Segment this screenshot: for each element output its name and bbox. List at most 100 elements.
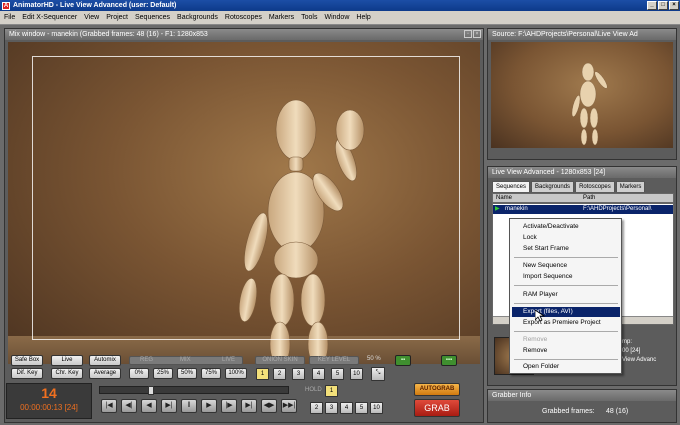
menu-rotoscopes[interactable]: Rotoscopes bbox=[225, 14, 262, 21]
average-button[interactable]: Average bbox=[89, 368, 121, 379]
step-2-button[interactable]: 2 bbox=[273, 368, 286, 380]
step-1-button[interactable]: 1 bbox=[256, 368, 269, 380]
menu-markers[interactable]: Markers bbox=[269, 14, 294, 21]
sequence-path: F:\AHDProjects\Personal\ bbox=[583, 206, 652, 212]
menu-separator bbox=[514, 303, 618, 304]
frame-number: 14 bbox=[41, 385, 57, 401]
menu-item-lock[interactable]: Lock bbox=[512, 233, 620, 243]
live-view-title-text: Live View Advanced - 1280x853 [24] bbox=[492, 169, 606, 176]
menu-project[interactable]: Project bbox=[106, 14, 128, 21]
hold-10-button[interactable]: 10 bbox=[370, 402, 383, 414]
safe-box-button[interactable]: Safe Box bbox=[11, 355, 43, 366]
chroma-key-button[interactable]: Chr. Key bbox=[51, 368, 83, 379]
mix-viewport[interactable] bbox=[8, 42, 480, 364]
grab-button[interactable]: GRAB bbox=[414, 399, 460, 417]
source-title-text: Source: F:\AHDProjects\Personal\Live Vie… bbox=[492, 31, 638, 38]
reg-mix-live-slider[interactable]: REG MIX LIVE bbox=[129, 356, 243, 365]
menu-backgrounds[interactable]: Backgrounds bbox=[177, 14, 218, 21]
step-3-button[interactable]: 3 bbox=[292, 368, 305, 380]
safe-box-frame bbox=[32, 56, 460, 340]
zoom-100-button[interactable]: 100% bbox=[225, 368, 247, 379]
menu-item-remove[interactable]: Remove bbox=[512, 346, 620, 356]
source-viewport[interactable] bbox=[491, 42, 673, 148]
loop-button[interactable]: ◀▶ bbox=[261, 399, 277, 413]
hold-label: HOLD bbox=[305, 387, 322, 393]
menu-file[interactable]: File bbox=[4, 14, 15, 21]
tab-backgrounds[interactable]: Backgrounds bbox=[531, 181, 575, 192]
timecode: 00:00:00:13 [24] bbox=[20, 403, 78, 412]
zoom-75-button[interactable]: 75% bbox=[201, 368, 221, 379]
menu-item-set-start-frame[interactable]: Set Start Frame bbox=[512, 244, 620, 254]
menu-view[interactable]: View bbox=[84, 14, 99, 21]
grabber-title-text: Grabber Info bbox=[492, 392, 532, 399]
mix-window-title-text: Mix window - manekin (Grabbed frames: 48… bbox=[9, 31, 208, 38]
step-back-button[interactable]: ▶| bbox=[161, 399, 177, 413]
hold-value[interactable]: 1 bbox=[325, 385, 338, 397]
partial-text-b: 00 [24] bbox=[622, 348, 641, 354]
step-10-button[interactable]: 10 bbox=[350, 368, 363, 380]
next-key-button[interactable]: ▶| bbox=[241, 399, 257, 413]
zoom-50-button[interactable]: 50% bbox=[177, 368, 197, 379]
menu-item-new-sequence[interactable]: New Sequence bbox=[512, 261, 620, 271]
pause-button[interactable]: ‖ bbox=[181, 399, 197, 413]
menu-item-activate[interactable]: Activate/Deactivate bbox=[512, 222, 620, 232]
prev-frame-button[interactable]: ◀ bbox=[141, 399, 157, 413]
menu-item-export-premiere[interactable]: Export as Premiere Project bbox=[512, 318, 620, 328]
menu-bar: File Edit X-Sequencer View Project Seque… bbox=[0, 11, 680, 25]
menu-item-ram-player[interactable]: RAM Player bbox=[512, 290, 620, 300]
key-level-slider[interactable]: KEY LEVEL bbox=[309, 356, 359, 365]
swap-icon[interactable]: ⤡ bbox=[371, 367, 385, 381]
step-5-button[interactable]: 5 bbox=[331, 368, 344, 380]
tab-sequences[interactable]: Sequences bbox=[492, 181, 531, 192]
live-view-tabs: Sequences Backgrounds Rotoscopes Markers bbox=[492, 181, 646, 192]
tab-rotoscopes[interactable]: Rotoscopes bbox=[575, 181, 615, 192]
menu-item-import-sequence[interactable]: Import Sequence bbox=[512, 272, 620, 282]
timeline-slider[interactable] bbox=[99, 386, 289, 395]
last-frame-button[interactable]: ▶▶| bbox=[281, 399, 297, 413]
close-icon[interactable]: × bbox=[473, 30, 481, 38]
hold-2-button[interactable]: 2 bbox=[310, 402, 323, 414]
minimize-button[interactable]: _ bbox=[647, 1, 657, 10]
diff-key-button[interactable]: Dif. Key bbox=[11, 368, 43, 379]
menu-item-open-folder[interactable]: Open Folder bbox=[512, 362, 620, 372]
close-button[interactable]: × bbox=[669, 1, 679, 10]
autograb-button[interactable]: AUTOGRAB bbox=[414, 383, 460, 396]
zoom-25-button[interactable]: 25% bbox=[153, 368, 173, 379]
hold-3-button[interactable]: 3 bbox=[325, 402, 338, 414]
partial-text-c: View Advanc bbox=[622, 357, 657, 363]
menu-help[interactable]: Help bbox=[356, 14, 370, 21]
column-name[interactable]: Name bbox=[496, 194, 512, 202]
onion-skin-slider[interactable]: ONION SKIN bbox=[255, 356, 305, 365]
source-title: Source: F:\AHDProjects\Personal\Live Vie… bbox=[488, 29, 676, 40]
live-button[interactable]: Live bbox=[51, 355, 83, 366]
sequence-name: manekin bbox=[505, 206, 528, 212]
list-item[interactable]: ▶ manekin F:\AHDProjects\Personal\ bbox=[493, 205, 673, 214]
mix-window-title: Mix window - manekin (Grabbed frames: 48… bbox=[5, 29, 483, 40]
toggle-green-1[interactable]: ▪▪ bbox=[395, 355, 411, 366]
live-view-title: Live View Advanced - 1280x853 [24] bbox=[488, 167, 676, 178]
window-title: AnimatorHD - Live View Advanced (user: D… bbox=[13, 2, 177, 9]
automix-button[interactable]: Automix bbox=[89, 355, 121, 366]
grabbed-frames-value: 48 (16) bbox=[606, 408, 629, 415]
toggle-green-2[interactable]: ▪▪▪ bbox=[441, 355, 457, 366]
step-4-button[interactable]: 4 bbox=[312, 368, 325, 380]
menu-window[interactable]: Window bbox=[324, 14, 349, 21]
menu-sequences[interactable]: Sequences bbox=[135, 14, 170, 21]
next-frame-button[interactable]: |▶ bbox=[221, 399, 237, 413]
menu-tools[interactable]: Tools bbox=[301, 14, 317, 21]
hold-4-button[interactable]: 4 bbox=[340, 402, 353, 414]
maximize-button[interactable]: □ bbox=[658, 1, 668, 10]
mix-label: MIX bbox=[180, 357, 191, 363]
column-path[interactable]: Path bbox=[583, 194, 595, 202]
prev-key-button[interactable]: ◀| bbox=[121, 399, 137, 413]
tab-markers[interactable]: Markers bbox=[615, 181, 646, 192]
zoom-0-button[interactable]: 0% bbox=[129, 368, 149, 379]
timeline-handle[interactable] bbox=[148, 386, 154, 395]
first-frame-button[interactable]: |◀ bbox=[101, 399, 117, 413]
menu-item-export-files[interactable]: Export (files, AVI) bbox=[512, 307, 620, 317]
hold-5-button[interactable]: 5 bbox=[355, 402, 368, 414]
restore-icon[interactable]: ▫ bbox=[464, 30, 472, 38]
play-button[interactable]: ▶ bbox=[201, 399, 217, 413]
menu-edit-x-sequencer[interactable]: Edit X-Sequencer bbox=[22, 14, 77, 21]
mouse-cursor-icon bbox=[535, 310, 545, 322]
